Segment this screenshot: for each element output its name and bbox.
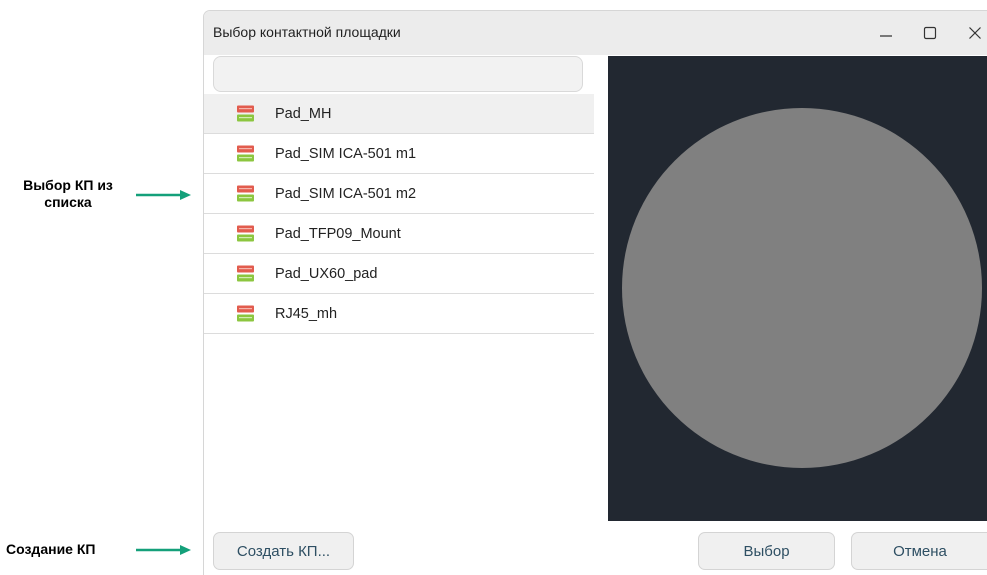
annotation-arrow-icon <box>136 545 191 555</box>
minimize-icon <box>880 35 892 37</box>
pad-icon <box>237 225 254 242</box>
annotation-select-line2: списка <box>44 194 92 210</box>
list-item-pad-sim-ica-501-m2[interactable]: Pad_SIM ICA-501 m2 <box>204 174 594 214</box>
list-item-pad-ux60-pad[interactable]: Pad_UX60_pad <box>204 254 594 294</box>
list-item-label: RJ45_mh <box>275 305 338 322</box>
list-item-pad-tfp09-mount[interactable]: Pad_TFP09_Mount <box>204 214 594 254</box>
create-pad-button[interactable]: Создать КП... <box>213 532 354 570</box>
annotation-select-from-list: Выбор КП из списка <box>4 177 132 211</box>
list-item-rj45-mh[interactable]: RJ45_mh <box>204 294 594 334</box>
minimize-button[interactable] <box>866 11 906 55</box>
list-item-pad-sim-ica-501-m1[interactable]: Pad_SIM ICA-501 m1 <box>204 134 594 174</box>
maximize-icon <box>923 26 937 40</box>
pad-selection-dialog: Выбор контактной площадки Pad_MH Pad_SIM… <box>203 10 987 575</box>
close-icon <box>969 27 981 39</box>
close-button[interactable] <box>955 11 987 55</box>
title-bar[interactable]: Выбор контактной площадки <box>204 11 987 55</box>
list-item-label: Pad_UX60_pad <box>275 265 378 282</box>
cancel-button[interactable]: Отмена <box>851 532 987 570</box>
pad-icon <box>237 105 254 122</box>
pad-icon <box>237 265 254 282</box>
search-input[interactable] <box>213 56 583 92</box>
pad-shape-circle <box>622 108 982 468</box>
screenshot-stage: Выбор КП из списка Создание КП Выбор кон… <box>0 0 987 575</box>
pad-icon <box>237 185 254 202</box>
annotation-select-line1: Выбор КП из <box>23 177 113 193</box>
maximize-button[interactable] <box>910 11 950 55</box>
pad-icon <box>237 145 254 162</box>
select-button[interactable]: Выбор <box>698 532 835 570</box>
dialog-title: Выбор контактной площадки <box>213 24 401 40</box>
list-item-label: Pad_MH <box>275 105 332 122</box>
pad-list: Pad_MH Pad_SIM ICA-501 m1 Pad_SIM ICA-50… <box>204 94 594 334</box>
pad-preview <box>608 56 987 521</box>
list-item-pad-mh[interactable]: Pad_MH <box>204 94 594 134</box>
pad-preview-canvas <box>622 108 982 468</box>
pad-icon <box>237 305 254 322</box>
list-item-label: Pad_SIM ICA-501 m1 <box>275 145 417 162</box>
annotation-arrow-icon <box>136 190 191 200</box>
list-item-label: Pad_TFP09_Mount <box>275 225 401 242</box>
annotation-create: Создание КП <box>6 541 96 557</box>
list-item-label: Pad_SIM ICA-501 m2 <box>275 185 417 202</box>
